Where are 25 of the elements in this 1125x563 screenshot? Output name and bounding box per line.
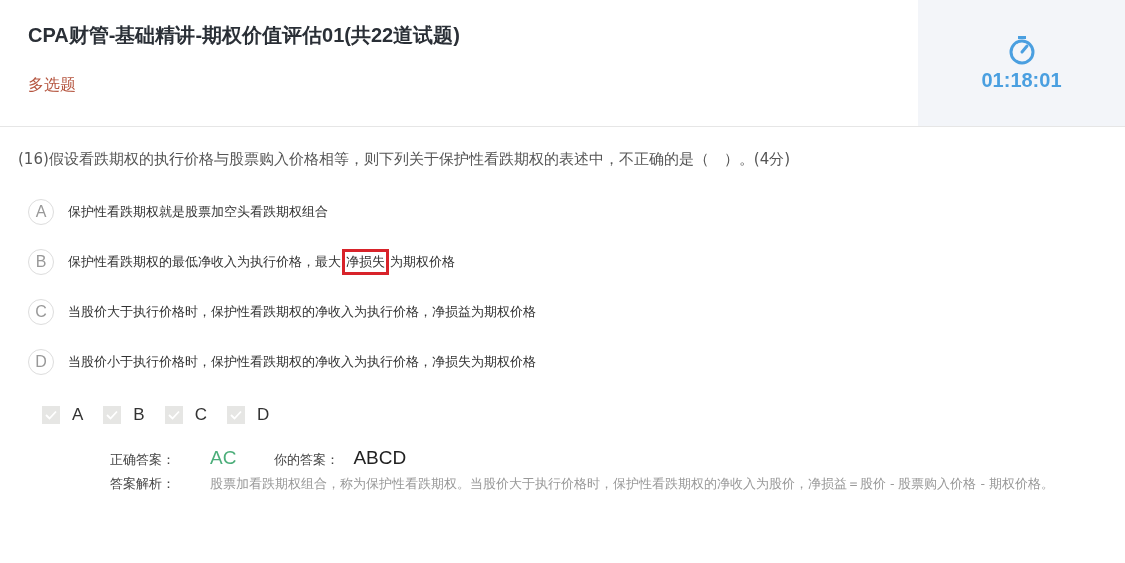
checkbox[interactable] [103,406,122,424]
checkbox-label: C [194,405,207,425]
question-text: (16)假设看跌期权的执行价格与股票购入价格相等，则下列关于保护性看跌期权的表述中，不正确的是（ ）。(4分) [17,149,792,169]
check-icon [229,410,242,420]
option-text: 当股价大于执行价格时，保护性看跌期权的净收入为执行价格，净损益为期权价格 [68,303,536,321]
correct-answer-label: 正确答案： [110,451,176,469]
question-type: 多选题 [28,75,76,96]
checkbox-label: D [256,405,270,425]
check-icon [45,410,57,420]
checkbox-label: B [133,405,145,425]
quiz-title: CPA财管-基础精讲-期权价值评估01(共22道试题) [28,23,461,48]
check-icon [167,410,180,420]
analysis-label: 答案解析： [110,475,176,493]
your-answer: ABCD [353,447,407,469]
option-text: 当股价小于执行价格时，保护性看跌期权的净收入为执行价格，净损失为期权价格 [68,353,536,371]
analysis-text: 股票加看跌期权组合，称为保护性看跌期权。当股价大于执行价格时，保护性看跌期权的净收入为股价，净损益＝股价 - 股票购入价格 - 期权价格。 [210,476,1055,493]
check-icon [106,410,119,420]
option-text: 保护性看跌期权就是股票加空头看跌期权组合 [68,203,328,221]
timer-text: 01:18:01 [981,68,1062,92]
checkbox-label: A [72,405,84,425]
your-answer-label: 你的答案： [274,451,340,469]
correct-answer: AC [210,447,237,469]
checkbox[interactable] [42,406,60,424]
checkbox[interactable] [164,406,183,424]
checkbox[interactable] [226,406,245,424]
